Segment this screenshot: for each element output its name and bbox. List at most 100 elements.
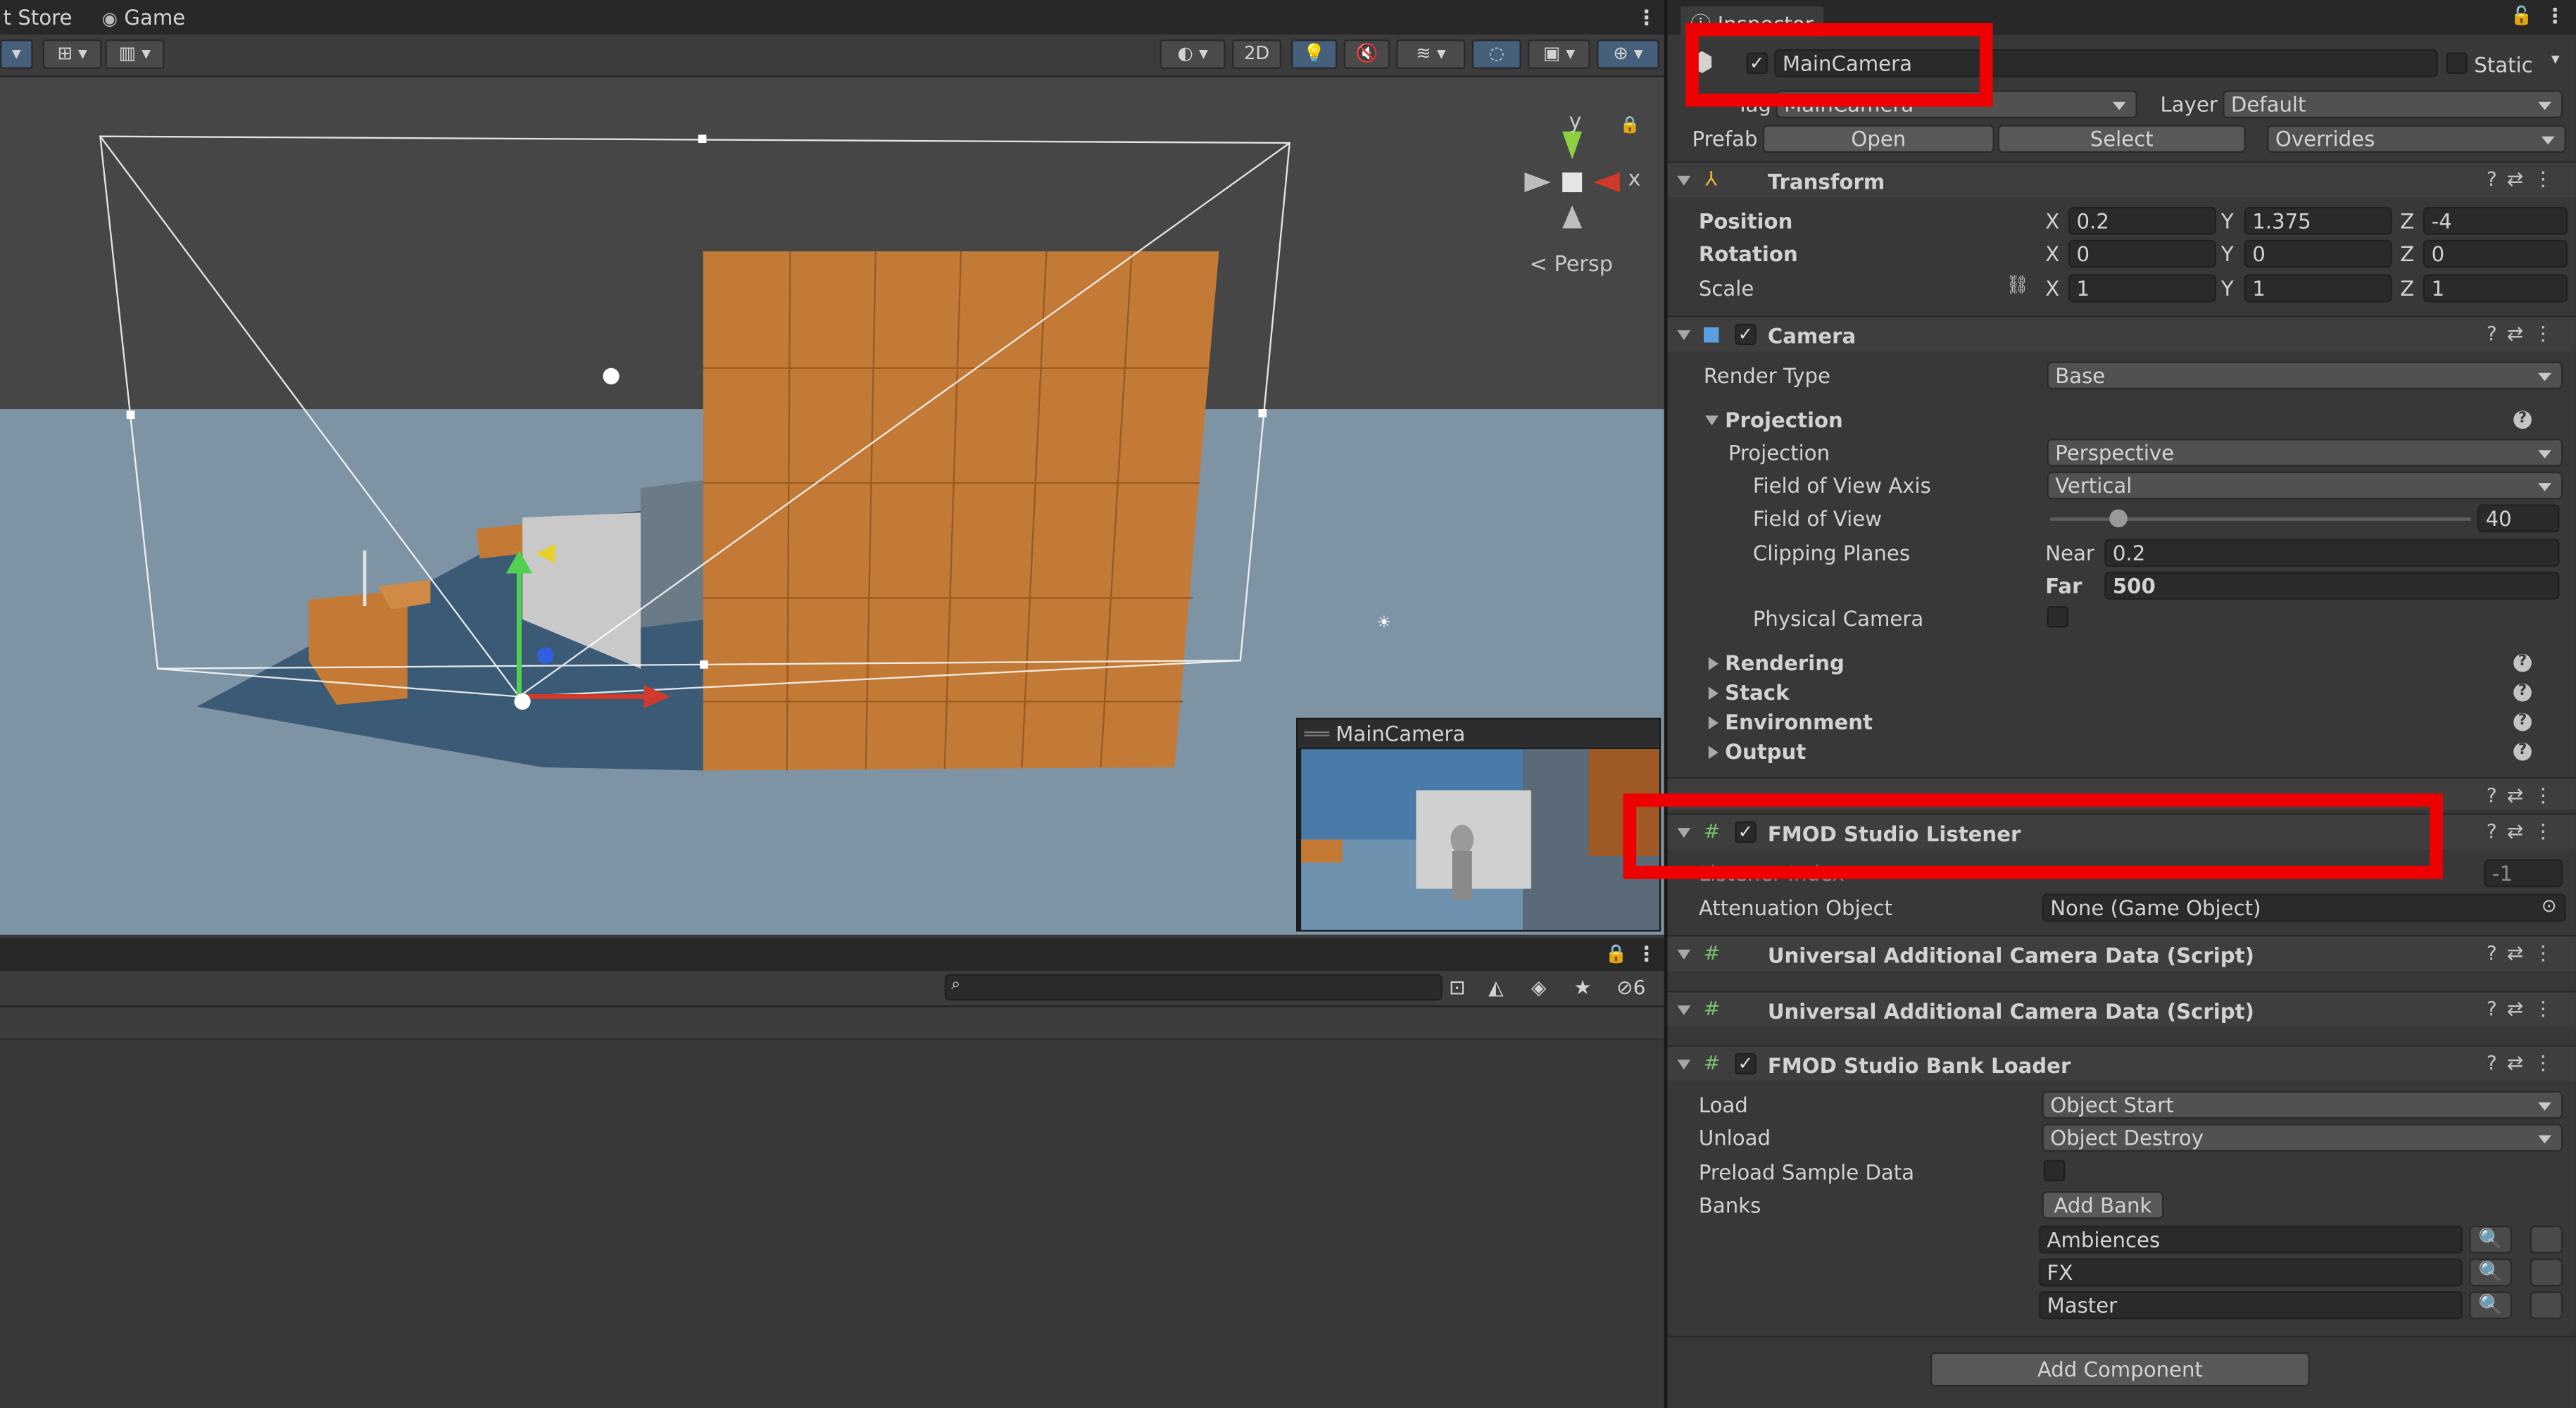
prefab-select-button[interactable]: Select: [1997, 125, 2246, 153]
rendering-section-label[interactable]: Rendering: [1725, 650, 1845, 675]
component-header-icons[interactable]: ?⇄⋮: [2487, 998, 2563, 1021]
far-field[interactable]: 500: [2104, 572, 2560, 600]
foldout-arrow-icon[interactable]: [1677, 949, 1691, 960]
more-options-icon[interactable]: ⋮: [1636, 941, 1657, 966]
foldout-arrow-icon[interactable]: [1677, 175, 1691, 186]
add-bank-button[interactable]: Add Bank: [2042, 1190, 2164, 1219]
fov-value-field[interactable]: 40: [2477, 504, 2560, 533]
camera-settings-button[interactable]: ▣ ▾: [1528, 39, 1590, 70]
more-options-icon[interactable]: ⋮: [2545, 4, 2565, 28]
foldout-arrow-icon[interactable]: [1677, 330, 1691, 341]
lighting-toggle-icon[interactable]: 💡: [1291, 39, 1338, 70]
bank-loader-header[interactable]: # ✓ FMOD Studio Bank Loader ?⇄⋮: [1667, 1045, 2576, 1081]
search-icon[interactable]: 🔍: [2469, 1225, 2512, 1254]
lock-icon[interactable]: 🔓: [2511, 5, 2533, 26]
prefab-open-button[interactable]: Open: [1762, 125, 1994, 153]
position-z-field[interactable]: -4: [2423, 207, 2568, 235]
prefab-overrides-dropdown[interactable]: Overrides: [2267, 125, 2566, 153]
environment-section-label[interactable]: Environment: [1725, 710, 1873, 734]
star-icon[interactable]: ★: [1573, 976, 1591, 999]
remove-bank-icon[interactable]: [2530, 1258, 2563, 1287]
link-scale-icon[interactable]: ⛓: [2006, 275, 2029, 296]
output-section-label[interactable]: Output: [1725, 739, 1806, 764]
render-type-dropdown[interactable]: Base: [2047, 361, 2563, 390]
bank-field-fx[interactable]: FX: [2038, 1258, 2463, 1287]
remove-bank-icon[interactable]: [2530, 1291, 2563, 1319]
output-foldout-icon[interactable]: [1708, 746, 1719, 760]
foldout-arrow-icon[interactable]: [1677, 1005, 1691, 1016]
foldout-arrow-icon[interactable]: [1677, 1060, 1691, 1070]
projection-section-label[interactable]: Projection: [1725, 408, 1843, 432]
fov-slider-thumb[interactable]: [2109, 509, 2128, 528]
scale-z-field[interactable]: 1: [2423, 274, 2568, 303]
physical-camera-checkbox[interactable]: [2047, 606, 2068, 628]
add-component-button[interactable]: Add Component: [1930, 1352, 2310, 1387]
transform-header[interactable]: ⅄ Transform ?⇄⋮: [1667, 161, 2576, 198]
tab-asset-store[interactable]: t Store: [4, 0, 73, 34]
tool-handle-button[interactable]: ▾: [0, 39, 33, 70]
help-icon[interactable]: ?: [2513, 742, 2532, 761]
fov-axis-dropdown[interactable]: Vertical: [2047, 471, 2563, 500]
drag-handle-icon[interactable]: ══: [1305, 721, 1329, 746]
bank-loader-enabled-checkbox[interactable]: ✓: [1735, 1052, 1757, 1075]
label-filter-icon[interactable]: ◈: [1531, 976, 1547, 999]
toggle-2d-button[interactable]: 2D: [1232, 39, 1282, 70]
component-header-icons[interactable]: ?⇄⋮: [2487, 941, 2563, 964]
more-options-icon[interactable]: ⋮: [1636, 0, 1657, 34]
ucd-header-1[interactable]: # Universal Additional Camera Data (Scri…: [1667, 934, 2576, 972]
tab-game[interactable]: ◉ Game: [102, 0, 186, 34]
camera-header[interactable]: ■ ✓ Camera ?⇄⋮: [1667, 315, 2576, 352]
hidden-objects-toggle-icon[interactable]: ◌: [1471, 39, 1521, 70]
filter-icon[interactable]: ⊡: [1449, 976, 1465, 999]
perspective-toggle[interactable]: < Persp: [1529, 253, 1612, 277]
rotation-y-field[interactable]: 0: [2244, 239, 2392, 268]
component-header-icons[interactable]: ?⇄⋮: [2487, 1052, 2563, 1075]
ucd-header-2[interactable]: # Universal Additional Camera Data (Scri…: [1667, 991, 2576, 1027]
camera-enabled-checkbox[interactable]: ✓: [1735, 323, 1757, 346]
environment-foldout-icon[interactable]: [1708, 716, 1719, 730]
rotation-x-field[interactable]: 0: [2068, 239, 2216, 268]
bank-field-ambiences[interactable]: Ambiences: [2038, 1225, 2463, 1254]
help-icon[interactable]: ?: [2513, 683, 2532, 702]
lock-icon[interactable]: 🔒: [1605, 943, 1628, 964]
console-search-input[interactable]: ⌕: [944, 974, 1443, 1001]
position-x-field[interactable]: 0.2: [2068, 207, 2216, 235]
projection-dropdown[interactable]: Perspective: [2047, 439, 2563, 467]
draw-mode-button[interactable]: ◐ ▾: [1160, 39, 1226, 70]
component-header-icons[interactable]: ?⇄⋮: [2487, 820, 2563, 843]
stack-section-label[interactable]: Stack: [1725, 680, 1789, 705]
rendering-foldout-icon[interactable]: [1708, 657, 1719, 671]
effects-toggle-button[interactable]: ≋ ▾: [1396, 39, 1466, 70]
scale-y-field[interactable]: 1: [2244, 274, 2392, 303]
projection-foldout-icon[interactable]: [1705, 415, 1719, 426]
rotation-z-field[interactable]: 0: [2423, 239, 2568, 268]
object-picker-icon[interactable]: ⊙: [2542, 895, 2557, 917]
position-y-field[interactable]: 1.375: [2244, 207, 2392, 235]
static-dropdown-icon[interactable]: ▾: [2551, 51, 2560, 69]
hidden-count-icon[interactable]: ⊘6: [1616, 976, 1645, 999]
scale-x-field[interactable]: 1: [2068, 274, 2216, 303]
help-icon[interactable]: ?: [2513, 653, 2532, 672]
type-filter-icon[interactable]: ◭: [1488, 976, 1504, 999]
stack-foldout-icon[interactable]: [1708, 686, 1719, 700]
grid-snap-button[interactable]: ⊞ ▾: [42, 39, 102, 70]
component-header-icons[interactable]: ?⇄⋮: [2487, 322, 2563, 345]
preload-sample-checkbox[interactable]: [2043, 1159, 2066, 1181]
audio-toggle-icon[interactable]: 🔇: [1343, 39, 1390, 70]
lock-icon[interactable]: 🔒: [1620, 117, 1640, 135]
near-field[interactable]: 0.2: [2104, 539, 2560, 567]
search-icon[interactable]: 🔍: [2469, 1291, 2512, 1319]
listener-index-field[interactable]: -1: [2484, 859, 2563, 888]
help-icon[interactable]: ?: [2513, 712, 2532, 731]
help-icon[interactable]: ?: [2513, 410, 2532, 429]
remove-bank-icon[interactable]: [2530, 1225, 2563, 1254]
increment-snap-button[interactable]: ▥ ▾: [105, 39, 165, 70]
layer-dropdown[interactable]: Default: [2223, 90, 2563, 119]
load-dropdown[interactable]: Object Start: [2042, 1090, 2563, 1119]
component-header-icons[interactable]: ?⇄⋮: [2487, 168, 2563, 191]
unload-dropdown[interactable]: Object Destroy: [2042, 1124, 2563, 1152]
gizmos-button[interactable]: ⊕ ▾: [1597, 39, 1659, 70]
attenuation-object-field[interactable]: None (Game Object): [2042, 893, 2566, 922]
static-checkbox[interactable]: [2446, 52, 2468, 75]
bank-field-master[interactable]: Master: [2038, 1291, 2463, 1319]
